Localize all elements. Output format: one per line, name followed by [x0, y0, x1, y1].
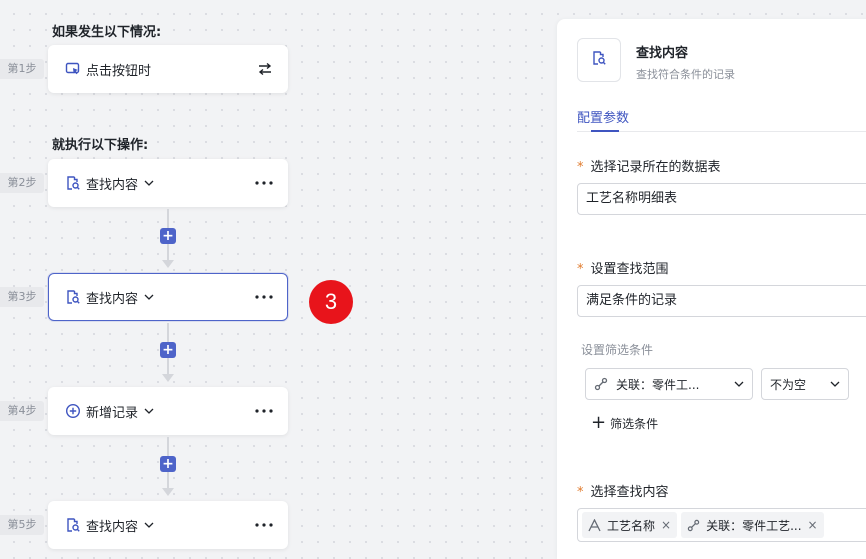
add-filter-label: 筛选条件	[610, 416, 659, 431]
more-icon[interactable]	[255, 523, 273, 527]
chevron-down-icon[interactable]	[144, 179, 154, 187]
scope-label-text: 设置查找范围	[590, 262, 669, 277]
step-title: 查找内容	[86, 519, 139, 535]
plus-icon: +	[591, 412, 607, 433]
required-star: *	[577, 160, 584, 175]
step-label-1: 第1步	[0, 59, 44, 79]
chevron-down-icon[interactable]	[144, 293, 154, 301]
step-label-3: 第3步	[0, 287, 44, 307]
arrow-down-icon	[162, 260, 174, 268]
cursor-click-icon	[65, 61, 81, 77]
chevron-down-icon[interactable]	[144, 407, 154, 415]
add-step-button[interactable]: +	[160, 342, 176, 358]
table-select[interactable]: 工艺名称明细表	[577, 183, 866, 215]
step-title: 查找内容	[86, 291, 139, 307]
content-tag[interactable]: 工艺名称 ×	[582, 512, 678, 538]
filter-label: 设置筛选条件	[581, 343, 654, 357]
arrow-down-icon	[162, 374, 174, 382]
tab-active-indicator	[591, 130, 619, 132]
find-record-icon	[591, 50, 607, 70]
swap-icon[interactable]	[257, 62, 273, 76]
add-circle-icon	[65, 403, 81, 419]
panel-subtitle: 查找符合条件的记录	[636, 68, 735, 81]
step-card-find-content[interactable]: 查找内容	[48, 159, 288, 207]
link-icon	[594, 377, 608, 391]
content-field-label: * 选择查找内容	[577, 481, 669, 500]
config-panel: 查找内容 查找符合条件的记录 配置参数 * 选择记录所在的数据表 工艺名称明细表 …	[557, 19, 866, 559]
step-card-trigger[interactable]: 点击按钮时	[48, 45, 288, 93]
scope-field-label: * 设置查找范围	[577, 258, 669, 277]
filter-field-select[interactable]: 关联：零件工...	[585, 368, 753, 400]
close-icon[interactable]: ×	[808, 518, 818, 532]
add-filter-button[interactable]: + 筛选条件	[591, 414, 658, 432]
table-label-text: 选择记录所在的数据表	[590, 160, 721, 175]
step-label-2: 第2步	[0, 173, 44, 193]
table-field-label: * 选择记录所在的数据表	[577, 156, 721, 175]
chevron-down-icon[interactable]	[144, 521, 154, 529]
add-step-button[interactable]: +	[160, 228, 176, 244]
find-record-icon	[65, 175, 81, 191]
annotation-badge: 3	[309, 280, 353, 324]
filter-operator-select[interactable]: 不为空	[761, 368, 849, 400]
tab-config-params[interactable]: 配置参数	[577, 107, 629, 126]
arrow-down-icon	[162, 488, 174, 496]
chevron-down-icon	[734, 380, 744, 388]
tab-divider	[577, 131, 866, 132]
panel-title: 查找内容	[636, 46, 689, 61]
required-star: *	[577, 262, 584, 277]
panel-icon-box	[577, 38, 621, 82]
required-star: *	[577, 485, 584, 500]
more-icon[interactable]	[255, 295, 273, 299]
find-record-icon	[65, 517, 81, 533]
content-tag-select[interactable]: 工艺名称 × 关联：零件工艺... ×	[577, 508, 866, 542]
action-section-title: 就执行以下操作:	[52, 138, 149, 153]
content-tag-label: 关联：零件工艺...	[706, 518, 802, 533]
more-icon[interactable]	[255, 409, 273, 413]
trigger-section-title: 如果发生以下情况:	[52, 25, 162, 40]
step-card-add-record[interactable]: 新增记录	[48, 387, 288, 435]
close-icon[interactable]: ×	[661, 518, 671, 532]
scope-select[interactable]: 满足条件的记录	[577, 285, 866, 317]
filter-field-value: 关联：零件工...	[616, 377, 700, 392]
find-record-icon	[65, 289, 81, 305]
more-icon[interactable]	[255, 181, 273, 185]
content-tag-label: 工艺名称	[607, 518, 656, 533]
content-tag[interactable]: 关联：零件工艺... ×	[681, 512, 824, 538]
filter-operator-value: 不为空	[770, 377, 807, 392]
step-card-find-content-selected[interactable]: 查找内容	[48, 273, 288, 321]
content-label-text: 选择查找内容	[590, 485, 669, 500]
step-label-4: 第4步	[0, 401, 44, 421]
chevron-down-icon	[830, 380, 840, 388]
add-step-button[interactable]: +	[160, 456, 176, 472]
step-label-5: 第5步	[0, 515, 44, 535]
text-field-icon	[588, 518, 601, 532]
step-title: 查找内容	[86, 177, 139, 193]
step-title: 点击按钮时	[86, 63, 152, 79]
link-icon	[687, 519, 700, 532]
step-title: 新增记录	[86, 405, 139, 421]
